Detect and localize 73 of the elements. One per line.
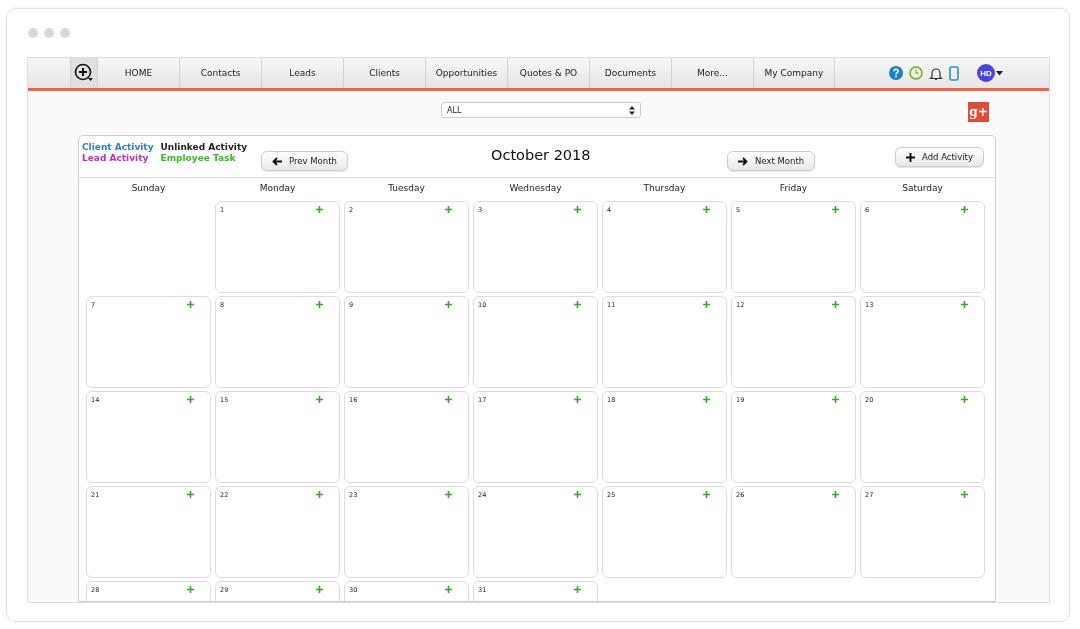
add-plus-icon[interactable] [187,491,194,498]
legend-label: Lead Activity [82,153,150,164]
window-dot [28,28,38,38]
legend-label: Client Activity [82,142,154,153]
add-plus-icon[interactable] [187,301,194,308]
add-plus-icon[interactable] [961,491,968,498]
add-plus-icon[interactable] [187,396,194,403]
nav-tab[interactable]: HOME [97,58,179,88]
weekday-header: Monday [258,183,297,193]
nav-tab[interactable]: Clients [343,58,425,88]
add-plus-icon[interactable] [961,301,968,308]
add-plus-icon[interactable] [832,301,839,308]
add-plus-icon[interactable] [445,396,452,403]
add-plus-icon[interactable] [445,301,452,308]
plus-icon [906,152,915,162]
user-avatar: HD [977,64,995,82]
add-plus-icon[interactable] [316,301,323,308]
caret-icon [996,70,1003,76]
window-dot [44,28,54,38]
add-plus-icon[interactable] [703,491,710,498]
weekday-header: Sunday [130,183,167,193]
add-menu-button[interactable] [70,58,97,88]
phone-icon[interactable] [949,65,959,81]
nav-tab[interactable]: Documents [589,58,671,88]
add-plus-icon[interactable] [832,396,839,403]
add-plus-icon[interactable] [832,206,839,213]
add-plus-icon[interactable] [574,206,581,213]
nav-tab[interactable]: Leads [261,58,343,88]
next-month-button[interactable]: Next Month [727,151,816,171]
add-plus-icon[interactable] [574,301,581,308]
add-plus-icon[interactable] [574,396,581,403]
nav-tab[interactable]: Opportunities [425,58,507,88]
add-plus-icon[interactable] [316,206,323,213]
nav-tab[interactable]: Quotes & PO [507,58,589,88]
google-plus-button[interactable]: g+ [968,102,989,122]
add-plus-icon[interactable] [832,491,839,498]
add-plus-icon[interactable] [961,396,968,403]
add-plus-icon[interactable] [703,396,710,403]
weekday-header: Tuesday [387,183,426,193]
weekday-header: Thursday [642,183,687,193]
add-plus-icon[interactable] [316,491,323,498]
user-menu-button[interactable]: HD [977,64,1003,82]
add-plus-icon[interactable] [445,491,452,498]
month-title: October 2018 [491,147,591,163]
add-plus-icon[interactable] [574,586,581,593]
prev-month-button[interactable]: Prev Month [261,151,348,171]
right-arrow-icon [738,156,748,166]
clock-icon[interactable] [909,66,923,80]
add-plus-icon[interactable] [703,206,710,213]
nav-tab[interactable]: Contacts [179,58,261,88]
add-activity-button[interactable]: Add Activity [895,147,984,167]
left-arrow-icon [272,156,282,166]
nav-tab[interactable]: More... [671,58,753,88]
nav-tab[interactable]: My Company [753,58,835,88]
weekday-header: Friday [778,183,809,193]
add-plus-icon[interactable] [703,301,710,308]
select-arrows-icon [629,105,635,115]
add-plus-icon[interactable] [961,206,968,213]
filter-select[interactable]: ALL [441,102,641,118]
help-icon[interactable] [889,66,903,80]
weekday-header: Wednesday [508,183,563,193]
add-plus-icon[interactable] [445,206,452,213]
add-plus-icon[interactable] [187,586,194,593]
add-plus-icon[interactable] [574,491,581,498]
add-plus-icon[interactable] [445,586,452,593]
plus-circle-icon [74,63,94,83]
add-plus-icon[interactable] [316,586,323,593]
add-plus-icon[interactable] [316,396,323,403]
window-dot [60,28,70,38]
legend-label: Employee Task [160,153,237,164]
bell-icon[interactable] [929,65,943,81]
legend-label: Unlinked Activity [160,142,248,153]
weekday-header: Saturday [901,183,944,193]
